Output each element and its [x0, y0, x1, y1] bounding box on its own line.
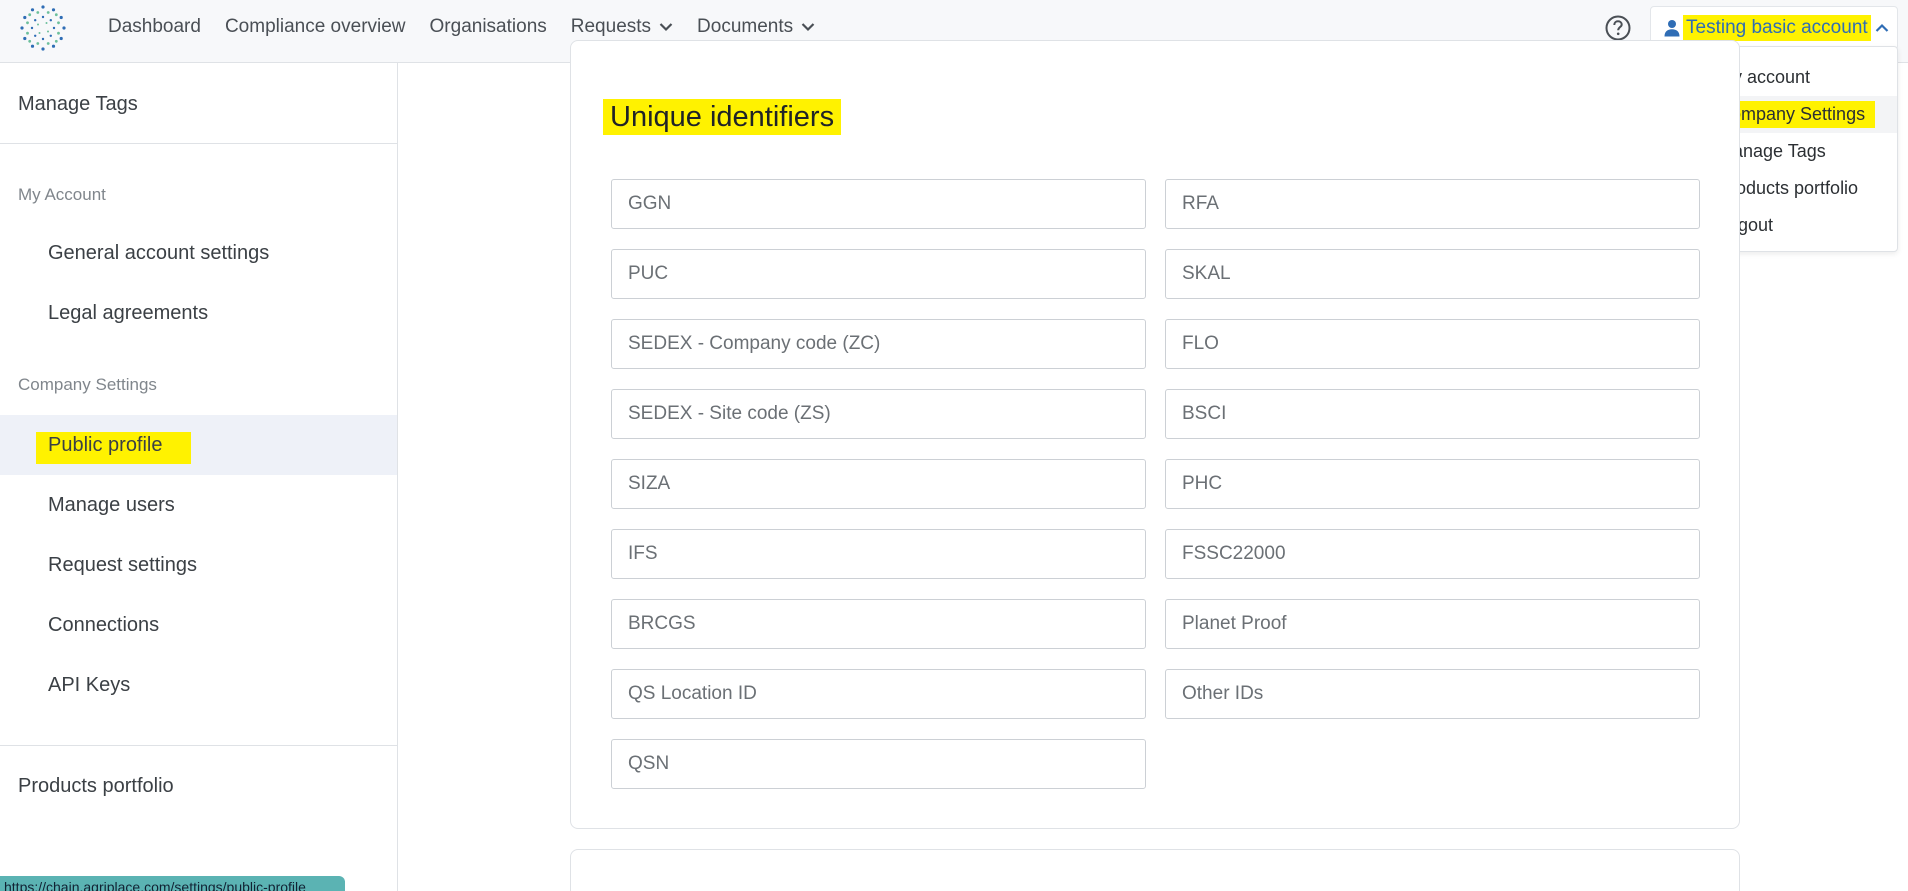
phc-input[interactable] — [1165, 459, 1700, 509]
nav-requests[interactable]: Requests — [559, 16, 685, 38]
fssc22000-input[interactable] — [1165, 529, 1700, 579]
sidebar-section-company-settings: Company Settings — [18, 375, 157, 394]
chevron-down-icon — [801, 23, 815, 32]
nav-dashboard[interactable]: Dashboard — [96, 16, 213, 38]
app-logo-icon[interactable] — [18, 3, 68, 53]
nav-compliance-overview[interactable]: Compliance overview — [213, 16, 418, 38]
ifs-input[interactable] — [611, 529, 1146, 579]
nav-compliance-overview-label: Compliance overview — [224, 16, 406, 37]
rfa-input[interactable] — [1165, 179, 1700, 229]
sidebar-divider — [0, 143, 398, 144]
puc-input[interactable] — [611, 249, 1146, 299]
sidebar-item-products-portfolio[interactable]: Products portfolio — [18, 775, 174, 798]
sidebar-section-my-account: My Account — [18, 185, 106, 204]
sedex-company-code-input[interactable] — [611, 319, 1146, 369]
bsci-input[interactable] — [1165, 389, 1700, 439]
nav-organisations-label: Organisations — [429, 16, 547, 37]
sidebar-item-general-account-settings[interactable]: General account settings — [48, 242, 269, 265]
ggn-input[interactable] — [611, 179, 1146, 229]
nav-requests-label: Requests — [570, 16, 652, 37]
qsn-input[interactable] — [611, 739, 1146, 789]
status-bar-url: https://chain.agriplace.com/settings/pub… — [0, 876, 345, 891]
sidebar-divider — [0, 745, 398, 746]
sidebar-item-public-profile[interactable]: Public profile — [48, 434, 163, 457]
sidebar-item-manage-users[interactable]: Manage users — [48, 494, 175, 517]
help-icon[interactable] — [1604, 14, 1632, 42]
sidebar-item-manage-tags[interactable]: Manage Tags — [18, 93, 138, 116]
flo-input[interactable] — [1165, 319, 1700, 369]
qs-location-id-input[interactable] — [611, 669, 1146, 719]
sedex-site-code-input[interactable] — [611, 389, 1146, 439]
settings-sidebar: Manage Tags My Account General account s… — [0, 63, 398, 891]
account-name: Testing basic account — [1683, 15, 1871, 41]
other-ids-input[interactable] — [1165, 669, 1700, 719]
next-section-card — [570, 849, 1740, 891]
nav-dashboard-label: Dashboard — [108, 16, 201, 37]
user-icon — [1664, 20, 1680, 37]
card-title: Unique identifiers — [603, 99, 842, 135]
skal-input[interactable] — [1165, 249, 1700, 299]
chevron-up-icon — [1875, 23, 1888, 32]
nav-organisations[interactable]: Organisations — [418, 16, 559, 38]
sidebar-item-connections[interactable]: Connections — [48, 614, 159, 637]
chevron-down-icon — [659, 23, 673, 32]
sidebar-item-legal-agreements[interactable]: Legal agreements — [48, 302, 208, 325]
sidebar-item-api-keys[interactable]: API Keys — [48, 674, 130, 697]
nav-documents-label: Documents — [697, 16, 794, 37]
planet-proof-input[interactable] — [1165, 599, 1700, 649]
sidebar-item-request-settings[interactable]: Request settings — [48, 554, 197, 577]
brcgs-input[interactable] — [611, 599, 1146, 649]
siza-input[interactable] — [611, 459, 1146, 509]
nav-documents[interactable]: Documents — [685, 16, 827, 38]
